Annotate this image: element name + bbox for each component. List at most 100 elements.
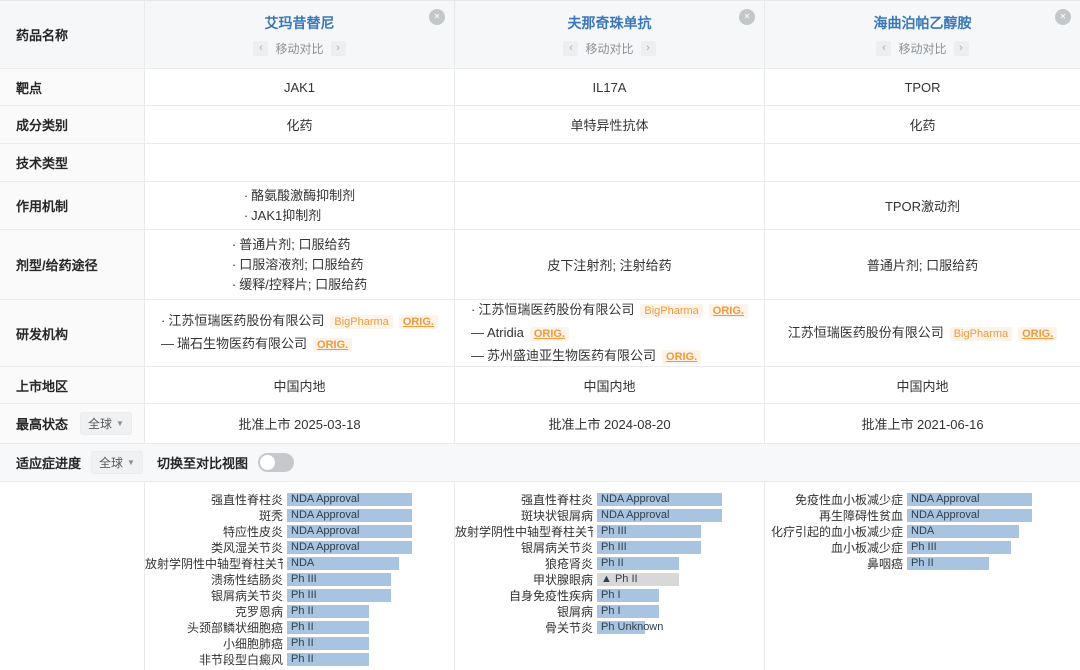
drug-name-link[interactable]: 艾玛昔替尼 bbox=[265, 13, 335, 33]
indication-phase-bar: Ph III bbox=[907, 541, 1011, 554]
dosage-cell: ·普通片剂; 口服给药 ·口服溶液剂; 口服给药 ·缓释/控释片; 口服给药 bbox=[145, 230, 455, 300]
indication-label: 斑块状银屑病 bbox=[455, 507, 593, 524]
status-cell: 批准上市 2021-06-16 bbox=[765, 404, 1080, 444]
developer-line: 江苏恒瑞医药股份有限公司BigPharmaORIG. bbox=[788, 322, 1058, 345]
move-left-icon[interactable]: ‹ bbox=[876, 41, 891, 56]
indication-row: 自身免疫性疾病Ph I bbox=[455, 587, 764, 603]
orig-link[interactable]: ORIG. bbox=[530, 327, 569, 341]
close-icon[interactable]: ✕ bbox=[739, 9, 755, 25]
company-name: 瑞石生物医药有限公司 bbox=[177, 336, 307, 351]
row-label-drug-name: 药品名称 bbox=[0, 1, 145, 69]
indication-label: 特应性皮炎 bbox=[145, 523, 283, 540]
developer-cell: ·江苏恒瑞医药股份有限公司BigPharmaORIG. —AtridiaORIG… bbox=[455, 300, 765, 367]
close-icon[interactable]: ✕ bbox=[429, 9, 445, 25]
indication-row: 放射学阴性中轴型脊柱关节...Ph III bbox=[455, 523, 764, 539]
indication-row: 甲状腺眼病▲ Ph II bbox=[455, 571, 764, 587]
indication-phase-bar: NDA bbox=[907, 525, 1019, 538]
indication-row: 狼疮肾炎Ph II bbox=[455, 555, 764, 571]
indication-row: 头颈部鳞状细胞癌Ph II bbox=[145, 619, 454, 635]
category-cell: 单特异性抗体 bbox=[455, 106, 765, 144]
indication-label: 化疗引起的血小板减少症 bbox=[765, 523, 903, 540]
chevron-down-icon: ▼ bbox=[127, 458, 135, 467]
move-right-icon[interactable]: › bbox=[954, 41, 969, 56]
move-right-icon[interactable]: › bbox=[641, 41, 656, 56]
indication-phase-bar: Ph II bbox=[287, 605, 369, 618]
indication-label: 头颈部鳞状细胞癌 bbox=[145, 619, 283, 636]
company-name: 苏州盛迪亚生物医药有限公司 bbox=[487, 348, 656, 363]
move-left-icon[interactable]: ‹ bbox=[563, 41, 578, 56]
indication-label: 强直性脊柱炎 bbox=[455, 491, 593, 508]
indication-row: 再生障碍性贫血NDA Approval bbox=[765, 507, 1080, 523]
indication-label: 狼疮肾炎 bbox=[455, 555, 593, 572]
developer-line: —苏州盛迪亚生物医药有限公司ORIG. bbox=[471, 345, 748, 368]
company-name: Atridia bbox=[487, 325, 524, 340]
toggle-knob bbox=[260, 455, 275, 470]
market-cell: 中国内地 bbox=[455, 367, 765, 404]
mechanism-item: ·酪氨酸激酶抑制剂 bbox=[244, 186, 355, 206]
bigpharma-badge: BigPharma bbox=[330, 315, 392, 329]
orig-link[interactable]: ORIG. bbox=[662, 350, 701, 364]
orig-link[interactable]: ORIG. bbox=[709, 304, 748, 318]
status-cell: 批准上市 2025-03-18 bbox=[145, 404, 455, 444]
move-compare-label: 移动对比 bbox=[898, 40, 946, 57]
dosage-cell: 皮下注射剂; 注射给药 bbox=[455, 230, 765, 300]
region-filter-dropdown[interactable]: 全球▼ bbox=[80, 412, 132, 435]
indication-label: 银屑病关节炎 bbox=[455, 539, 593, 556]
region-filter-dropdown[interactable]: 全球▼ bbox=[91, 451, 143, 474]
row-label-mechanism: 作用机制 bbox=[0, 182, 145, 230]
developer-cell: 江苏恒瑞医药股份有限公司BigPharmaORIG. bbox=[765, 300, 1080, 367]
move-compare-label: 移动对比 bbox=[585, 40, 633, 57]
move-right-icon[interactable]: › bbox=[331, 41, 346, 56]
indication-row: 特应性皮炎 NDA Approval bbox=[145, 523, 454, 539]
indication-row: 斑秃NDA Approval bbox=[145, 507, 454, 523]
indication-row: 鼻咽癌Ph II bbox=[765, 555, 1080, 571]
row-label-indication: 适应症进度 全球▼ bbox=[0, 451, 145, 474]
indication-progress-row: 适应症进度 全球▼ 切换至对比视图 bbox=[0, 444, 1080, 482]
row-label-dosage: 剂型/给药途径 bbox=[0, 230, 145, 300]
indication-label: 鼻咽癌 bbox=[765, 555, 903, 572]
drug-name-link[interactable]: 夫那奇珠单抗 bbox=[568, 13, 652, 33]
dosage-cell: 普通片剂; 口服给药 bbox=[765, 230, 1080, 300]
row-label-status: 最高状态 全球▼ bbox=[0, 404, 145, 444]
status-cell: 批准上市 2024-08-20 bbox=[455, 404, 765, 444]
compare-view-toggle[interactable] bbox=[258, 453, 294, 472]
indication-label: 斑秃 bbox=[145, 507, 283, 524]
indication-phase-bar: NDA Approval bbox=[287, 525, 412, 538]
drug-header-3: ✕ 海曲泊帕乙醇胺 ‹ 移动对比 › bbox=[765, 1, 1080, 69]
mechanism-cell bbox=[455, 182, 765, 230]
orig-link[interactable]: ORIG. bbox=[1018, 327, 1057, 341]
tech-type-cell bbox=[765, 144, 1080, 182]
indication-label: 强直性脊柱炎 bbox=[145, 491, 283, 508]
developer-line: —瑞石生物医药有限公司ORIG. bbox=[161, 333, 438, 356]
indication-chart-3: 免疫性血小板减少症NDA Approval再生障碍性贫血NDA Approval… bbox=[765, 482, 1080, 670]
indication-phase-bar: Ph II bbox=[287, 653, 369, 666]
drug-name-link[interactable]: 海曲泊帕乙醇胺 bbox=[874, 13, 972, 33]
move-left-icon[interactable]: ‹ bbox=[253, 41, 268, 56]
bigpharma-badge: BigPharma bbox=[640, 304, 702, 318]
indication-label: 骨关节炎 bbox=[455, 619, 593, 636]
category-cell: 化药 bbox=[145, 106, 455, 144]
indication-phase-bar: Ph I bbox=[597, 605, 659, 618]
dosage-item: ·口服溶液剂; 口服给药 bbox=[232, 255, 367, 275]
indication-chart-1: 强直性脊柱炎NDA Approval斑秃NDA Approval特应性皮炎NDA… bbox=[145, 482, 455, 670]
comparison-table: 药品名称 ✕ 艾玛昔替尼 ‹ 移动对比 › ✕ 夫那奇珠单抗 ‹ 移动对比 › … bbox=[0, 1, 1080, 670]
developer-line: —AtridiaORIG. bbox=[471, 322, 748, 345]
orig-link[interactable]: ORIG. bbox=[399, 315, 438, 329]
orig-link[interactable]: ORIG. bbox=[313, 338, 352, 352]
indication-label: 放射学阴性中轴型脊柱关节... bbox=[455, 523, 593, 540]
indication-row: 银屑病关节炎Ph III bbox=[145, 587, 454, 603]
indication-row: 银屑病关节炎 Ph III bbox=[455, 539, 764, 555]
indication-phase-bar: NDA Approval bbox=[287, 493, 412, 506]
indication-phase-bar: Ph III bbox=[597, 541, 701, 554]
indication-phase-bar: Ph III bbox=[287, 589, 391, 602]
indication-label: 溃疡性结肠炎 bbox=[145, 571, 283, 588]
chart-area-left-spacer bbox=[0, 482, 145, 670]
row-label-developer: 研发机构 bbox=[0, 300, 145, 367]
row-label-category: 成分类别 bbox=[0, 106, 145, 144]
row-label-market: 上市地区 bbox=[0, 367, 145, 404]
indication-chart-2: 强直性脊柱炎NDA Approval斑块状银屑病NDA Approval放射学阴… bbox=[455, 482, 765, 670]
indication-row: 溃疡性结肠炎Ph III bbox=[145, 571, 454, 587]
close-icon[interactable]: ✕ bbox=[1055, 9, 1071, 25]
indication-phase-bar-warning: ▲ Ph II bbox=[597, 573, 679, 586]
indication-phase-bar: NDA Approval bbox=[597, 509, 722, 522]
